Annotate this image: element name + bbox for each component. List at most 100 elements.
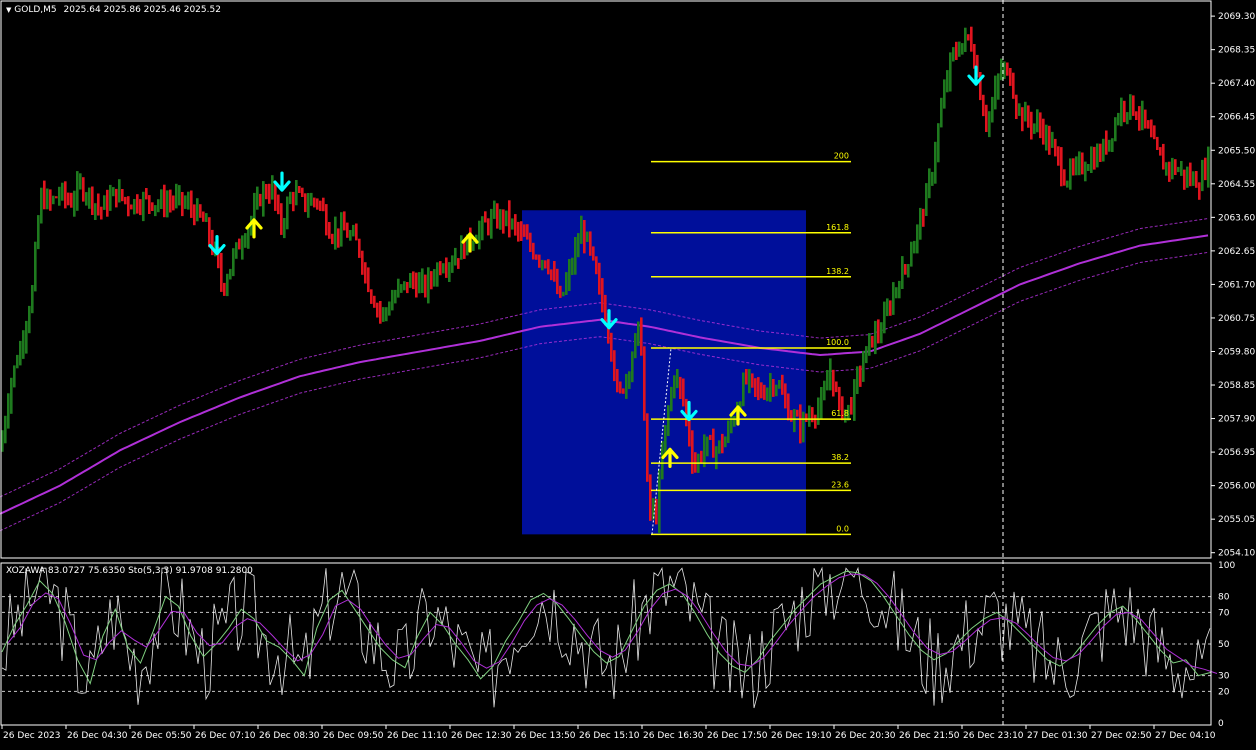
bull-bar xyxy=(916,224,919,254)
bull-bar xyxy=(289,191,292,205)
bear-bar xyxy=(301,187,304,197)
bear-bar xyxy=(1099,143,1102,162)
price-tick-label: 2068.35 xyxy=(1218,46,1255,56)
bull-bar xyxy=(88,187,91,209)
bull-bar xyxy=(34,241,37,292)
bull-bar xyxy=(58,186,61,206)
bull-bar xyxy=(673,375,676,399)
bear-bar xyxy=(790,410,793,422)
bear-bar xyxy=(520,221,523,241)
bull-bar xyxy=(454,247,457,266)
bull-bar xyxy=(229,268,232,280)
bull-bar xyxy=(817,397,820,425)
bull-bar xyxy=(715,446,718,470)
bull-bar xyxy=(937,123,940,163)
time-tick-label: 26 Dec 15:10 xyxy=(579,731,640,741)
bull-bar xyxy=(586,231,589,242)
bear-bar xyxy=(592,246,595,261)
price-tick-label: 2055.05 xyxy=(1218,515,1255,525)
bull-bar xyxy=(706,436,709,457)
bear-bar xyxy=(445,257,448,278)
bull-bar xyxy=(658,469,661,533)
bull-bar xyxy=(22,330,25,359)
bear-bar xyxy=(1081,152,1084,175)
indicator-header: XOZAWA 83.0727 75.6350 Sto(5,3,3) 91.970… xyxy=(6,566,253,576)
bear-bar xyxy=(298,186,301,193)
time-tick-label: 27 Dec 02:50 xyxy=(1091,731,1152,741)
bull-bar xyxy=(40,187,43,224)
bear-bar xyxy=(709,434,712,440)
bull-bar xyxy=(175,183,178,209)
bear-bar xyxy=(487,218,490,236)
price-tick-label: 2067.40 xyxy=(1218,79,1255,89)
bull-bar xyxy=(109,184,112,211)
bear-bar xyxy=(532,242,535,260)
bear-bar xyxy=(130,204,133,210)
time-tick-label: 26 Dec 21:50 xyxy=(899,731,960,741)
bull-bar xyxy=(79,173,82,190)
bear-bar xyxy=(163,184,166,218)
bear-bar xyxy=(322,197,325,212)
time-tick-label: 26 Dec 19:10 xyxy=(771,731,832,741)
bear-bar xyxy=(556,268,559,295)
price-tick-label: 2056.00 xyxy=(1218,482,1255,492)
bear-bar xyxy=(1144,109,1147,129)
bull-bar xyxy=(541,259,544,271)
bull-bar xyxy=(52,195,55,205)
bull-bar xyxy=(436,262,439,287)
bear-bar xyxy=(544,260,547,269)
bear-bar xyxy=(640,317,643,356)
dropdown-triangle-icon[interactable]: ▼ xyxy=(6,6,11,14)
time-tick-label: 26 Dec 23:10 xyxy=(963,731,1024,741)
bull-bar xyxy=(421,268,424,293)
bull-bar xyxy=(562,291,565,297)
bull-bar xyxy=(733,416,736,427)
bull-bar xyxy=(1024,101,1027,122)
bear-bar xyxy=(559,285,562,298)
bull-bar xyxy=(1108,139,1111,152)
bull-bar xyxy=(493,200,496,219)
bull-bar xyxy=(991,96,994,123)
bull-bar xyxy=(385,307,388,322)
bull-bar xyxy=(154,205,157,217)
bear-bar xyxy=(1006,62,1009,76)
bear-bar xyxy=(148,195,151,214)
bear-bar xyxy=(547,259,550,275)
bull-bar xyxy=(481,216,484,241)
time-tick-label: 27 Dec 01:30 xyxy=(1027,731,1088,741)
time-tick-label: 26 Dec 04:30 xyxy=(67,731,128,741)
bear-bar xyxy=(616,369,619,393)
bear-bar xyxy=(985,104,988,132)
price-tick-label: 2063.60 xyxy=(1218,213,1255,223)
bull-bar xyxy=(703,434,706,468)
bear-bar xyxy=(313,197,316,208)
bear-bar xyxy=(439,261,442,276)
bull-bar xyxy=(1051,131,1054,148)
bear-bar xyxy=(1105,130,1108,155)
bull-bar xyxy=(37,215,40,250)
time-tick-label: 26 Dec 17:50 xyxy=(707,731,768,741)
bull-bar xyxy=(775,384,778,397)
bear-bar xyxy=(67,192,70,206)
bear-bar xyxy=(181,192,184,217)
bull-bar xyxy=(946,70,949,93)
bear-bar xyxy=(796,409,799,417)
symbol-header[interactable]: ▼ GOLD,M5 2025.64 2025.86 2025.46 2025.5… xyxy=(6,5,221,15)
chart-canvas: 200161.8138.2100.061.838.223.60.0 100807… xyxy=(0,0,1255,741)
price-tick-label: 2061.70 xyxy=(1218,280,1255,290)
bull-bar xyxy=(1090,146,1093,173)
bull-bar xyxy=(1066,180,1069,188)
bear-bar xyxy=(430,271,433,290)
bear-bar xyxy=(1030,111,1033,140)
price-tick-label: 2069.30 xyxy=(1218,12,1255,22)
bear-bar xyxy=(871,335,874,348)
bear-bar xyxy=(364,262,367,284)
bull-bar xyxy=(286,196,289,230)
bear-bar xyxy=(379,301,382,324)
bull-bar xyxy=(256,186,259,210)
bull-bar xyxy=(1087,164,1090,171)
bear-bar xyxy=(514,214,517,236)
bear-bar xyxy=(1054,138,1057,157)
bear-bar xyxy=(529,232,532,252)
bull-bar xyxy=(943,79,946,109)
